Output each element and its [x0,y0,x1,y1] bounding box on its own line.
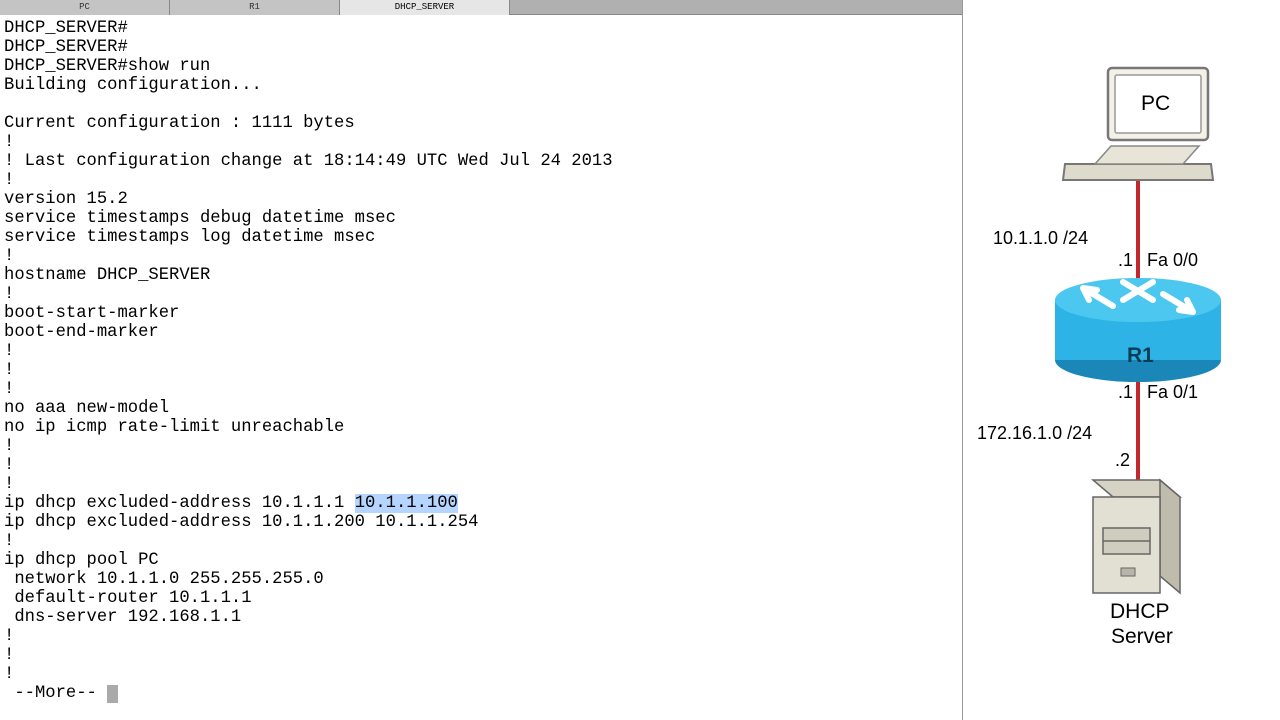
terminal-text-after: ip dhcp excluded-address 10.1.1.200 10.1… [4,513,478,703]
net-bottom-label: 172.16.1.0 /24 [977,423,1092,444]
ip-server-label: .2 [1115,450,1130,471]
pc-label: PC [1141,92,1170,116]
tab-pc[interactable]: PC [0,0,170,15]
server-icon [1093,480,1180,593]
tab-bar: PC R1 DHCP_SERVER [0,0,962,15]
if-top-label: Fa 0/0 [1147,250,1198,271]
topology-diagram: PC R1 10.1.1.0 /24 .1 Fa 0/0 .1 Fa 0/1 1… [963,0,1280,720]
terminal-text-before: DHCP_SERVER# DHCP_SERVER# DHCP_SERVER#sh… [4,19,613,513]
router-label: R1 [1127,344,1154,368]
tab-r1[interactable]: R1 [170,0,340,15]
net-top-label: 10.1.1.0 /24 [993,228,1088,249]
ip-bottom-label: .1 [1118,382,1133,403]
ip-top-label: .1 [1118,250,1133,271]
terminal-selection: 10.1.1.100 [355,494,458,513]
server-label-1: DHCP [1110,600,1170,624]
terminal-output[interactable]: DHCP_SERVER# DHCP_SERVER# DHCP_SERVER#sh… [0,15,962,720]
terminal-cursor [107,685,118,703]
server-label-2: Server [1111,625,1173,649]
terminal-pane: PC R1 DHCP_SERVER DHCP_SERVER# DHCP_SERV… [0,0,963,720]
pc-icon [1063,68,1213,180]
if-bottom-label: Fa 0/1 [1147,382,1198,403]
tab-dhcp-server[interactable]: DHCP_SERVER [340,0,510,15]
